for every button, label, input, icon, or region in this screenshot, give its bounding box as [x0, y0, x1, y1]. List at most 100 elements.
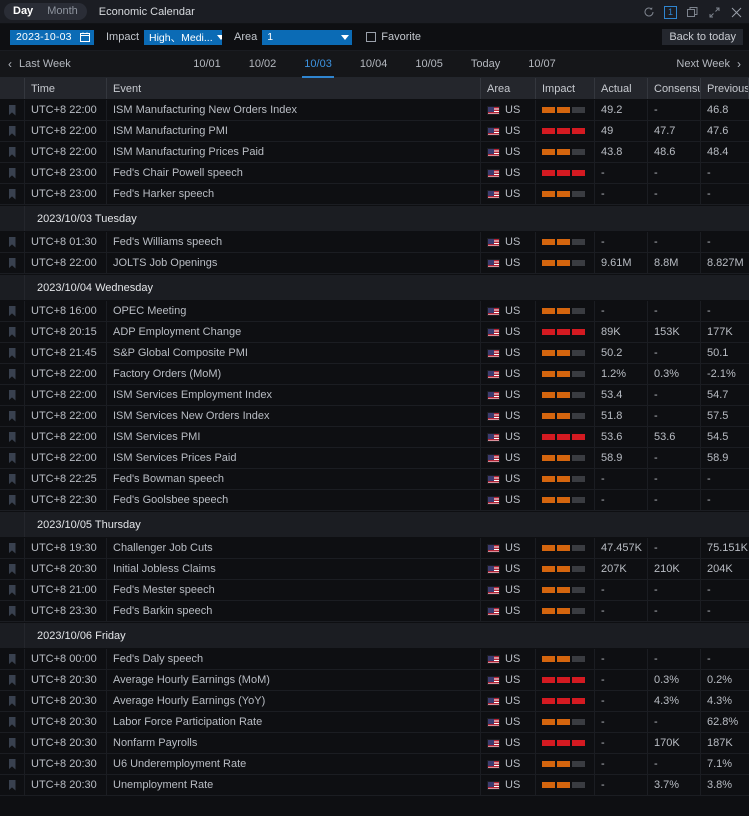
bookmark-icon[interactable]	[9, 759, 16, 770]
bookmark-icon[interactable]	[9, 369, 16, 380]
column-header-time[interactable]: Time	[25, 78, 107, 99]
toggle-month[interactable]: Month	[40, 3, 85, 20]
day-tab-10-01[interactable]: 10/01	[179, 51, 235, 78]
expand-icon[interactable]	[708, 6, 721, 19]
table-row[interactable]: UTC+8 16:00OPEC MeetingUS---	[0, 301, 749, 322]
bookmark-icon[interactable]	[9, 585, 16, 596]
bookmark-cell[interactable]	[0, 580, 25, 600]
bookmark-icon[interactable]	[9, 543, 16, 554]
column-header-actual[interactable]: Actual	[595, 78, 648, 99]
table-row[interactable]: UTC+8 21:45S&P Global Composite PMIUS50.…	[0, 343, 749, 364]
bookmark-cell[interactable]	[0, 469, 25, 489]
bookmark-cell[interactable]	[0, 775, 25, 795]
restore-window-icon[interactable]	[686, 6, 699, 19]
bookmark-cell[interactable]	[0, 733, 25, 753]
table-row[interactable]: UTC+8 22:00ISM Manufacturing Prices Paid…	[0, 142, 749, 163]
bookmark-cell[interactable]	[0, 184, 25, 204]
bookmark-icon[interactable]	[9, 411, 16, 422]
table-row[interactable]: UTC+8 20:30Nonfarm PayrollsUS-170K187K	[0, 733, 749, 754]
day-tab-10-02[interactable]: 10/02	[235, 51, 291, 78]
column-header-impact[interactable]: Impact	[536, 78, 595, 99]
bookmark-icon[interactable]	[9, 495, 16, 506]
table-row[interactable]: UTC+8 22:25Fed's Bowman speechUS---	[0, 469, 749, 490]
table-row[interactable]: UTC+8 20:30Unemployment RateUS-3.7%3.8%	[0, 775, 749, 796]
bookmark-cell[interactable]	[0, 448, 25, 468]
column-header-previous[interactable]: Previous	[701, 78, 749, 99]
day-tab-today[interactable]: Today	[457, 51, 514, 78]
next-week-button[interactable]: Next Week ›	[676, 58, 741, 70]
bookmark-icon[interactable]	[9, 453, 16, 464]
bookmark-icon[interactable]	[9, 654, 16, 665]
table-row[interactable]: UTC+8 00:00Fed's Daly speechUS---	[0, 649, 749, 670]
window-count-badge[interactable]: 1	[664, 6, 677, 19]
bookmark-cell[interactable]	[0, 142, 25, 162]
table-row[interactable]: UTC+8 20:30U6 Underemployment RateUS--7.…	[0, 754, 749, 775]
column-header-consensus[interactable]: Consensus	[648, 78, 701, 99]
bookmark-cell[interactable]	[0, 364, 25, 384]
bookmark-cell[interactable]	[0, 538, 25, 558]
favorite-filter[interactable]: Favorite	[366, 31, 421, 43]
bookmark-cell[interactable]	[0, 712, 25, 732]
table-row[interactable]: UTC+8 20:30Labor Force Participation Rat…	[0, 712, 749, 733]
date-input[interactable]: 2023-10-03	[10, 30, 94, 45]
bookmark-cell[interactable]	[0, 100, 25, 120]
bookmark-icon[interactable]	[9, 432, 16, 443]
back-to-today-button[interactable]: Back to today	[662, 29, 743, 45]
bookmark-cell[interactable]	[0, 232, 25, 252]
bookmark-cell[interactable]	[0, 559, 25, 579]
area-filter-select[interactable]: 1	[262, 30, 352, 45]
favorite-checkbox[interactable]	[366, 32, 376, 42]
bookmark-cell[interactable]	[0, 322, 25, 342]
bookmark-icon[interactable]	[9, 237, 16, 248]
bookmark-icon[interactable]	[9, 147, 16, 158]
table-row[interactable]: UTC+8 01:30Fed's Williams speechUS---	[0, 232, 749, 253]
bookmark-icon[interactable]	[9, 189, 16, 200]
table-row[interactable]: UTC+8 20:15ADP Employment ChangeUS89K153…	[0, 322, 749, 343]
bookmark-icon[interactable]	[9, 105, 16, 116]
bookmark-icon[interactable]	[9, 327, 16, 338]
bookmark-icon[interactable]	[9, 564, 16, 575]
bookmark-cell[interactable]	[0, 163, 25, 183]
bookmark-cell[interactable]	[0, 253, 25, 273]
bookmark-icon[interactable]	[9, 606, 16, 617]
day-month-toggle[interactable]: Day Month	[4, 3, 87, 20]
table-row[interactable]: UTC+8 22:00ISM Services Employment Index…	[0, 385, 749, 406]
table-row[interactable]: UTC+8 20:30Initial Jobless ClaimsUS207K2…	[0, 559, 749, 580]
bookmark-icon[interactable]	[9, 474, 16, 485]
toggle-day[interactable]: Day	[6, 3, 40, 20]
table-row[interactable]: UTC+8 19:30Challenger Job CutsUS47.457K-…	[0, 538, 749, 559]
table-row[interactable]: UTC+8 22:00ISM Services PMIUS53.653.654.…	[0, 427, 749, 448]
table-row[interactable]: UTC+8 22:00ISM Services New Orders Index…	[0, 406, 749, 427]
bookmark-cell[interactable]	[0, 121, 25, 141]
table-row[interactable]: UTC+8 20:30Average Hourly Earnings (MoM)…	[0, 670, 749, 691]
bookmark-cell[interactable]	[0, 301, 25, 321]
bookmark-cell[interactable]	[0, 343, 25, 363]
bookmark-icon[interactable]	[9, 126, 16, 137]
day-tab-10-07[interactable]: 10/07	[514, 51, 570, 78]
bookmark-icon[interactable]	[9, 780, 16, 791]
impact-filter-select[interactable]: High、Medi...	[144, 30, 222, 45]
bookmark-cell[interactable]	[0, 490, 25, 510]
calendar-icon[interactable]	[80, 32, 90, 42]
bookmark-cell[interactable]	[0, 670, 25, 690]
column-header-event[interactable]: Event	[107, 78, 481, 99]
refresh-icon[interactable]	[642, 6, 655, 19]
bookmark-cell[interactable]	[0, 754, 25, 774]
bookmark-cell[interactable]	[0, 427, 25, 447]
bookmark-icon[interactable]	[9, 348, 16, 359]
table-row[interactable]: UTC+8 22:00ISM Services Prices PaidUS58.…	[0, 448, 749, 469]
table-row[interactable]: UTC+8 22:00ISM Manufacturing New Orders …	[0, 100, 749, 121]
bookmark-cell[interactable]	[0, 691, 25, 711]
table-row[interactable]: UTC+8 22:00Factory Orders (MoM)US1.2%0.3…	[0, 364, 749, 385]
table-row[interactable]: UTC+8 23:30Fed's Barkin speechUS---	[0, 601, 749, 622]
bookmark-icon[interactable]	[9, 390, 16, 401]
bookmark-icon[interactable]	[9, 696, 16, 707]
bookmark-icon[interactable]	[9, 168, 16, 179]
bookmark-icon[interactable]	[9, 738, 16, 749]
table-row[interactable]: UTC+8 21:00Fed's Mester speechUS---	[0, 580, 749, 601]
last-week-button[interactable]: ‹ Last Week	[8, 58, 71, 70]
table-row[interactable]: UTC+8 22:00JOLTS Job OpeningsUS9.61M8.8M…	[0, 253, 749, 274]
table-row[interactable]: UTC+8 22:00ISM Manufacturing PMIUS4947.7…	[0, 121, 749, 142]
day-tab-10-03[interactable]: 10/03	[290, 51, 346, 78]
bookmark-cell[interactable]	[0, 601, 25, 621]
